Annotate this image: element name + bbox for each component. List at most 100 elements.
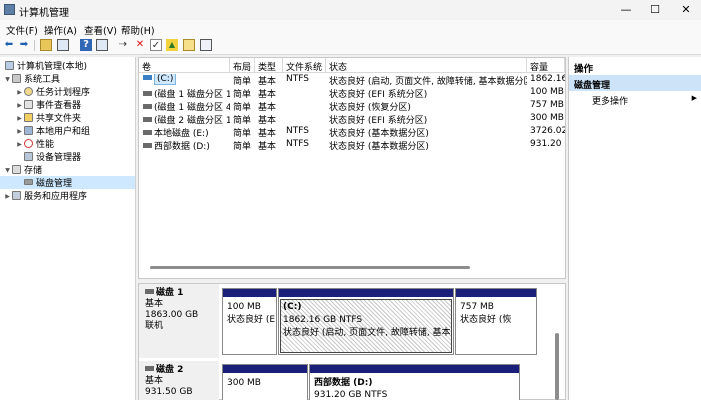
window-title: 计算机管理 — [19, 8, 69, 19]
cell-volume[interactable]: (磁盘 1 磁盘分区 4) — [140, 100, 230, 112]
menu-view[interactable]: 查看(V) — [84, 23, 117, 37]
up-folder-icon[interactable] — [40, 39, 52, 51]
cell-filesystem: NTFS — [286, 74, 309, 84]
menu-action[interactable]: 操作(A) — [44, 23, 77, 37]
disk-kind: 基本 — [145, 376, 164, 386]
volume-icon — [143, 104, 152, 109]
menu-file[interactable]: 文件(F) — [6, 23, 38, 37]
partition-d[interactable]: 西部数据 (D:) 931.20 GB NTFS — [309, 364, 520, 400]
tree-item-performance[interactable]: ▶ 性能 — [0, 137, 135, 150]
forward-arrow-icon[interactable]: ➡ — [18, 39, 30, 51]
cell-capacity: 100 MB — [530, 87, 564, 97]
key-icon[interactable]: ▲ — [166, 39, 178, 51]
cell-filesystem: NTFS — [286, 126, 309, 136]
cell-filesystem — [283, 113, 326, 125]
partition-c[interactable]: (C:) 1862.16 GB NTFS 状态良好 (启动, 页面文件, 故障转… — [278, 288, 454, 355]
more-actions-label: 更多操作 — [592, 97, 629, 107]
volume-list: 卷 布局 类型 文件系统 状态 容量 (C:) 简单 基本 NTFS 状态良好 … — [138, 57, 566, 279]
tree-item-shared-folders[interactable]: ▶ 共享文件夹 — [0, 111, 135, 124]
cell-layout: 简单 — [233, 116, 252, 125]
disk-2-info[interactable]: 磁盘 2 基本 931.50 GB — [139, 361, 219, 400]
delete-icon[interactable]: ✕ — [134, 39, 146, 51]
cell-layout: 简单 — [233, 90, 252, 99]
check-icon[interactable]: ✓ — [150, 39, 162, 51]
close-button[interactable]: ✕ — [672, 2, 700, 18]
partition-status: 状态良好 (启动, 页面文件, 故障转储, 基本 — [283, 328, 451, 338]
actions-section-disk-management[interactable]: 磁盘管理 — [569, 75, 701, 91]
disk-icon — [145, 366, 154, 371]
cell-layout: 简单 — [233, 142, 252, 151]
partition-label: 西部数据 (D:) — [314, 378, 373, 388]
menu-help[interactable]: 帮助(H) — [121, 23, 155, 37]
cell-layout: 简单 — [233, 77, 252, 86]
disk-size: 931.50 GB — [145, 387, 193, 397]
view-icon[interactable] — [200, 39, 212, 51]
column-header-type[interactable]: 类型 — [255, 58, 283, 73]
cell-capacity: 757 MB — [530, 100, 564, 110]
tree-item-local-users[interactable]: ▶ 本地用户和组 — [0, 124, 135, 137]
title-bar — [0, 0, 701, 20]
tree-item-system-tools[interactable]: ▼ 系统工具 — [0, 72, 135, 85]
connect-icon[interactable]: ⇢ — [117, 39, 129, 51]
more-actions-menu[interactable]: 更多操作 ▶ — [569, 91, 701, 107]
partition-bar — [223, 365, 307, 373]
minimize-button[interactable]: — — [612, 2, 640, 18]
cell-volume[interactable]: (磁盘 2 磁盘分区 1) — [140, 113, 230, 125]
cell-type: 基本 — [258, 116, 277, 125]
show-hide-tree-icon[interactable] — [57, 39, 69, 51]
disk-name: 磁盘 1 — [145, 288, 219, 299]
horizontal-scrollbar[interactable] — [150, 266, 470, 269]
chevron-right-icon[interactable]: ▶ — [16, 128, 23, 135]
cell-volume[interactable]: 本地磁盘 (E:) — [140, 126, 230, 138]
chevron-right-icon[interactable]: ▶ — [16, 102, 23, 109]
partition-size: 757 MB — [460, 302, 494, 312]
partition-efi-disk2[interactable]: 300 MB — [222, 364, 308, 400]
chevron-down-icon[interactable]: ▼ — [4, 76, 11, 83]
cell-volume[interactable]: 西部数据 (D:) — [140, 139, 230, 151]
cell-status: 状态良好 (EFI 系统分区) — [329, 116, 428, 125]
help-icon[interactable]: ? — [80, 39, 92, 51]
vertical-scrollbar[interactable] — [555, 333, 559, 400]
column-header-volume[interactable]: 卷 — [139, 58, 230, 73]
chevron-down-icon[interactable]: ▼ — [4, 167, 11, 174]
column-header-layout[interactable]: 布局 — [230, 58, 255, 73]
maximize-button[interactable]: ☐ — [641, 2, 669, 18]
shared-folder-icon — [24, 113, 33, 122]
chevron-right-icon[interactable]: ▶ — [16, 89, 23, 96]
disk-icon — [145, 289, 154, 294]
tree-item-event-viewer[interactable]: ▶ 事件查看器 — [0, 98, 135, 111]
disk-1-info[interactable]: 磁盘 1 基本 1863.00 GB 联机 — [139, 284, 219, 358]
properties-icon[interactable] — [96, 39, 108, 51]
chevron-right-icon[interactable]: ▶ — [16, 115, 23, 122]
cell-status: 状态良好 (基本数据分区) — [329, 142, 429, 151]
volume-icon — [143, 75, 152, 80]
toolbar-separator — [34, 40, 35, 51]
partition-efi[interactable]: 100 MB 状态良好 (E — [222, 288, 277, 355]
column-header-status[interactable]: 状态 — [326, 58, 527, 73]
tree-item-task-scheduler[interactable]: ▶ 任务计划程序 — [0, 85, 135, 98]
tree-item-root[interactable]: 计算机管理(本地) — [0, 59, 135, 72]
tree-item-services[interactable]: ▶ 服务和应用程序 — [0, 189, 135, 202]
partition-recovery[interactable]: 757 MB 状态良好 (恢 — [455, 288, 537, 355]
storage-icon — [12, 165, 21, 174]
cell-layout: 简单 — [233, 103, 252, 112]
column-header-capacity[interactable]: 容量 — [527, 58, 565, 73]
cell-capacity: 3726.02 — [530, 126, 565, 136]
partition-size: 1862.16 GB NTFS — [283, 315, 363, 325]
clock-icon — [24, 87, 33, 96]
cell-capacity: 1862.16 — [530, 74, 565, 84]
chevron-right-icon[interactable]: ▶ — [16, 141, 23, 148]
tree-item-device-manager[interactable]: 设备管理器 — [0, 150, 135, 163]
cell-volume[interactable]: (磁盘 1 磁盘分区 1) — [140, 87, 230, 99]
column-header-filesystem[interactable]: 文件系统 — [283, 58, 326, 73]
folder-icon[interactable] — [183, 39, 195, 51]
volume-icon — [143, 130, 152, 135]
cell-type: 基本 — [258, 103, 277, 112]
cell-volume[interactable]: (C:) — [140, 74, 230, 86]
chevron-right-icon[interactable]: ▶ — [4, 193, 11, 200]
partition-bar — [310, 365, 519, 373]
cell-filesystem: NTFS — [286, 139, 309, 149]
tree-item-storage[interactable]: ▼ 存储 — [0, 163, 135, 176]
back-arrow-icon[interactable]: ⬅ — [3, 39, 15, 51]
tree-item-disk-management[interactable]: 磁盘管理 — [0, 176, 135, 189]
